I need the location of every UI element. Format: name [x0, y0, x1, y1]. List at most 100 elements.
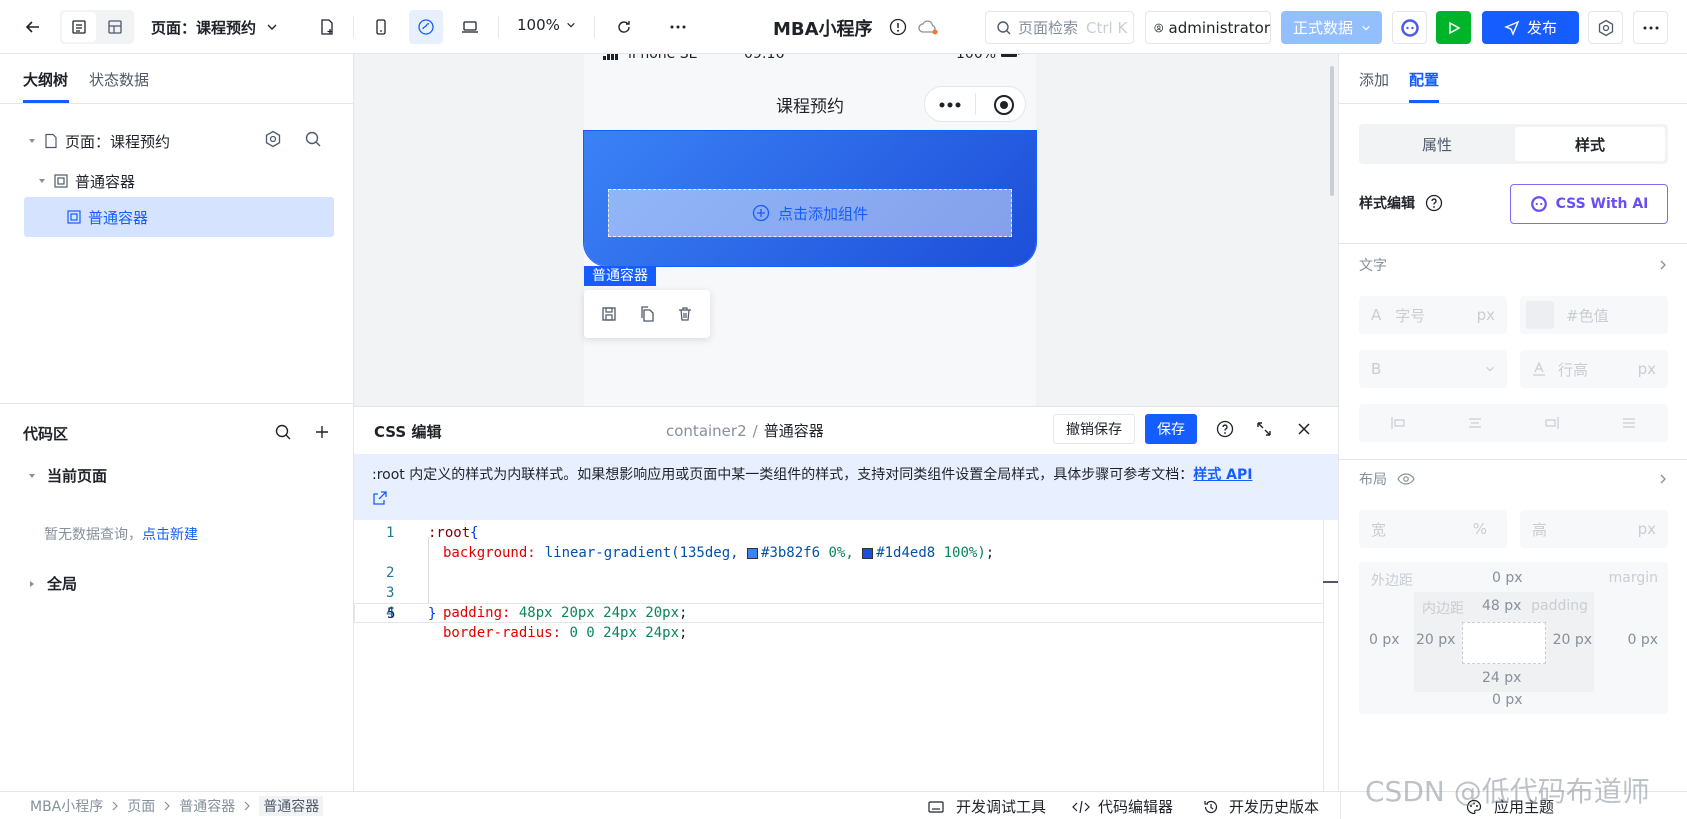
add-component-slot[interactable]: 点击添加组件 — [608, 189, 1012, 237]
more-icon[interactable] — [1633, 11, 1668, 44]
data-env-selector[interactable]: 正式数据 — [1281, 11, 1382, 44]
css-with-ai-button[interactable]: CSS With AI — [1510, 184, 1668, 224]
refresh-icon[interactable] — [607, 10, 641, 44]
current-page-group[interactable]: 当前页面 — [27, 465, 107, 486]
add-page-icon[interactable] — [310, 10, 344, 44]
history-button[interactable]: 开发历史版本 — [1203, 796, 1319, 817]
crumb[interactable]: MBA小程序 — [30, 796, 103, 816]
code-editor[interactable]: 1 :root { 2 background: linear-gradient(1… — [354, 523, 1324, 641]
tab-outline[interactable]: 大纲树 — [23, 69, 68, 90]
battery-icon — [1000, 54, 1020, 58]
devtools-button[interactable]: 开发调试工具 — [928, 796, 1046, 817]
code-search-icon[interactable] — [268, 417, 298, 447]
undo-save-button[interactable]: 撤销保存 — [1053, 414, 1135, 444]
tree-node-selected-container[interactable]: 普通容器 — [24, 197, 334, 237]
search-placeholder: 页面检索 — [1018, 19, 1079, 37]
publish-button[interactable]: 发布 — [1482, 11, 1579, 44]
color-swatch[interactable] — [1526, 301, 1554, 329]
color-input[interactable]: #色值 — [1520, 296, 1668, 334]
page-settings-icon[interactable] — [258, 124, 288, 154]
help-icon[interactable] — [1210, 414, 1240, 444]
page-selector[interactable]: 页面：课程预约 — [151, 16, 278, 38]
settings-hex-icon[interactable] — [1588, 11, 1623, 44]
align-center-icon[interactable] — [1467, 416, 1483, 430]
css-editor-path: container2 / 普通容器 — [666, 420, 824, 441]
style-api-link[interactable]: 样式 API — [1193, 467, 1252, 483]
css-editor-title: CSS 编辑 — [374, 423, 442, 441]
tab-add[interactable]: 添加 — [1359, 69, 1389, 90]
code-editor-button[interactable]: 代码编辑器 — [1072, 796, 1173, 817]
crumb[interactable]: 页面 — [127, 796, 155, 816]
preview-run-icon[interactable] — [1436, 11, 1471, 44]
layout-view-icon[interactable] — [98, 12, 132, 42]
margin-right-value[interactable]: 0 px — [1627, 632, 1658, 648]
padding-right-value[interactable]: 20 px — [1553, 632, 1592, 648]
page-view-icon[interactable] — [62, 12, 96, 42]
zoom-selector[interactable]: 100% — [517, 16, 576, 34]
tree-search-icon[interactable] — [298, 124, 328, 154]
miniprogram-device-icon[interactable] — [409, 10, 443, 44]
padding-bottom-value[interactable]: 24 px — [1482, 670, 1521, 686]
seg-style[interactable]: 样式 — [1515, 127, 1665, 161]
style-edit-text: 样式编辑 — [1359, 196, 1415, 212]
line-height-input[interactable]: 行高 px — [1520, 350, 1668, 388]
capsule-menu[interactable] — [924, 86, 1026, 122]
code-line-active: 5 } — [354, 603, 1324, 623]
back-arrow-icon[interactable] — [16, 10, 50, 44]
tab-state-data[interactable]: 状态数据 — [89, 69, 149, 90]
help-icon[interactable] — [1425, 194, 1443, 212]
code-function: linear-gradient(135deg, — [544, 545, 748, 561]
user-menu[interactable]: administrator — [1145, 11, 1271, 44]
crumb[interactable]: 普通容器 — [179, 796, 235, 816]
margin-left-value[interactable]: 0 px — [1369, 632, 1400, 648]
color-swatch[interactable] — [862, 547, 874, 559]
add-query-icon[interactable] — [307, 417, 337, 447]
align-right-icon[interactable] — [1544, 416, 1560, 430]
width-input[interactable]: 宽% — [1359, 510, 1507, 548]
margin-top-value[interactable]: 0 px — [1492, 570, 1523, 586]
devtools-label: 开发调试工具 — [956, 798, 1047, 816]
gradient-container[interactable]: 点击添加组件 — [583, 130, 1037, 267]
editor-minimap-marker — [1323, 581, 1338, 583]
copy-icon[interactable] — [634, 300, 660, 328]
device-name: iPhone SE — [628, 54, 698, 62]
desktop-device-icon[interactable] — [453, 10, 487, 44]
color-swatch[interactable] — [747, 547, 759, 559]
tab-config[interactable]: 配置 — [1409, 69, 1439, 90]
tree-node-container[interactable]: 普通容器 — [37, 166, 337, 196]
chevron-right-icon — [1658, 473, 1668, 485]
eye-icon[interactable] — [1397, 473, 1415, 485]
global-group[interactable]: 全局 — [27, 573, 77, 594]
create-query-link[interactable]: 点击新建 — [142, 524, 198, 544]
tree-node-page[interactable]: 页面：课程预约 — [27, 126, 337, 156]
padding-left-value[interactable]: 20 px — [1416, 632, 1455, 648]
layout-section-header[interactable]: 布局 — [1359, 464, 1668, 494]
height-input[interactable]: 高 px — [1520, 510, 1668, 548]
crumb-current[interactable]: 普通容器 — [259, 796, 324, 816]
more-icon[interactable] — [661, 10, 695, 44]
expand-icon[interactable] — [1249, 414, 1279, 444]
page-search-input[interactable]: 页面检索 Ctrl K — [985, 11, 1134, 44]
cloud-sync-icon[interactable] — [915, 12, 943, 42]
save-component-icon[interactable] — [596, 300, 622, 328]
align-justify-icon[interactable] — [1621, 416, 1637, 430]
font-weight-select[interactable]: B — [1359, 350, 1507, 388]
save-button[interactable]: 保存 — [1145, 414, 1197, 444]
delete-icon[interactable] — [672, 300, 698, 328]
external-link-icon[interactable] — [372, 490, 1320, 506]
ai-assistant-icon[interactable] — [1392, 11, 1427, 44]
mobile-device-icon[interactable] — [364, 10, 398, 44]
font-size-input[interactable]: A 字号 px — [1359, 296, 1507, 334]
seg-props[interactable]: 属性 — [1362, 127, 1512, 161]
app-title: MBA小程序 — [773, 19, 873, 40]
align-left-icon[interactable] — [1390, 416, 1406, 430]
info-icon[interactable] — [884, 12, 912, 42]
close-icon[interactable] — [1289, 414, 1319, 444]
caret-down-icon — [27, 136, 37, 146]
code-area-title: 代码区 — [23, 425, 69, 443]
username: administrator — [1168, 18, 1270, 37]
canvas-scrollbar[interactable] — [1330, 66, 1334, 196]
text-section-header[interactable]: 文字 — [1359, 250, 1668, 280]
padding-top-value[interactable]: 48 px — [1482, 598, 1521, 614]
margin-bottom-value[interactable]: 0 px — [1492, 692, 1523, 708]
